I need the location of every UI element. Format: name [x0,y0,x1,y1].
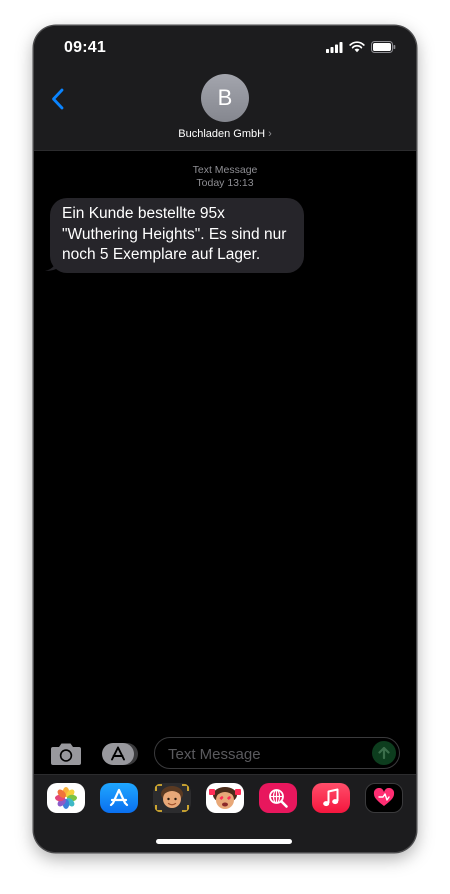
conversation-meta: Text Message Today 13:13 [34,164,416,190]
service-label: Text Message [192,164,258,176]
app-store-a-icon [109,788,129,807]
send-button[interactable] [372,741,396,765]
app-store-icon [102,743,138,765]
message-placeholder: Text Message [168,746,261,763]
app-store-app-icon[interactable] [100,783,138,813]
incoming-message-bubble[interactable]: Ein Kunde bestellte 95x "Wuthering Heigh… [50,198,304,273]
app-drawer [34,774,416,852]
apps-button[interactable] [100,742,140,766]
battery-icon [371,41,396,53]
phone-screen: 09:41 B Buchladen GmbH › Text Message To… [34,26,416,852]
memoji-face-icon [155,784,189,812]
memoji-stickers-app-icon[interactable] [206,783,244,813]
memoji-app-icon[interactable] [153,783,191,813]
music-note-icon [323,788,339,807]
contact-info[interactable]: B Buchladen GmbH › [34,74,416,140]
photos-app-icon[interactable] [47,783,85,813]
conversation-header: 09:41 B Buchladen GmbH › [34,26,416,151]
message-text-field[interactable]: Text Message [154,737,400,769]
music-app-icon[interactable] [312,783,350,813]
globe-search-icon [269,789,288,808]
arrow-up-icon [378,746,390,760]
contact-name-row: Buchladen GmbH › [178,128,272,140]
status-icons [326,41,396,53]
message-timestamp: Today 13:13 [196,177,254,189]
camera-button[interactable] [50,741,82,767]
photos-flower-icon [55,787,77,809]
camera-icon [51,743,81,765]
contact-name: Buchladen GmbH [178,128,266,140]
chevron-right-icon: › [268,128,272,140]
memoji-sticker-face-icon [209,787,241,809]
wifi-icon [349,41,365,53]
message-input-bar: Text Message [34,732,416,774]
home-indicator [156,839,292,844]
digital-touch-app-icon[interactable] [365,783,403,813]
cellular-signal-icon [326,41,343,53]
web-search-app-icon[interactable] [259,783,297,813]
status-time: 09:41 [64,39,106,56]
heart-icon [373,788,395,806]
contact-avatar: B [201,74,249,122]
